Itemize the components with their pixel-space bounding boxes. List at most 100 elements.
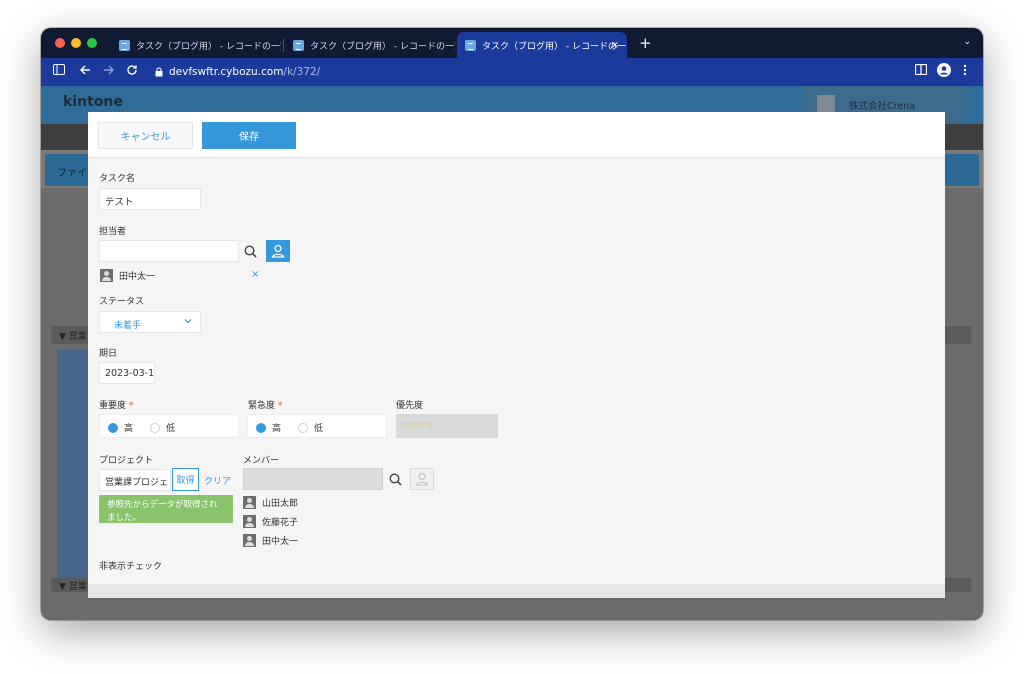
- reload-icon[interactable]: [126, 64, 138, 79]
- minimize-window-button[interactable]: [71, 38, 81, 48]
- due-date-input[interactable]: 2023-03-16: [99, 362, 155, 384]
- importance-option-low-label: 低: [166, 424, 176, 434]
- importance-option-low[interactable]: 低: [150, 421, 175, 434]
- new-tab-button[interactable]: +: [639, 34, 652, 52]
- group-header-text: ▼ 営業: [59, 332, 87, 342]
- status-select[interactable]: 未着手: [99, 311, 201, 333]
- project-lookup-input[interactable]: 営業課プロジェ: [99, 469, 171, 491]
- importance-option-high[interactable]: 高: [108, 421, 133, 434]
- more-menu-icon[interactable]: [963, 64, 967, 79]
- forward-icon[interactable]: [103, 64, 115, 79]
- radio-empty-icon: [298, 422, 308, 433]
- save-button[interactable]: 保存: [202, 122, 296, 149]
- assignee-user-name: 田中太一: [119, 272, 156, 282]
- cancel-button[interactable]: キャンセル: [98, 122, 193, 149]
- importance-label-text: 重要度: [99, 401, 127, 411]
- tab-3-label: タスク（ブログ用） - レコードの一: [482, 41, 626, 52]
- member-user-2: 佐藤花子: [243, 515, 298, 528]
- urgency-label-text: 緊急度: [248, 401, 276, 411]
- assignee-label: 担当者: [99, 227, 127, 237]
- search-icon: [388, 472, 402, 486]
- group-header-2-text: ▼ 営業: [59, 582, 87, 592]
- assignee-user: 田中太一: [100, 269, 155, 282]
- kintone-favicon-icon: [119, 39, 130, 51]
- hidden-check-label: 非表示チェック: [99, 562, 163, 572]
- browser-window: タスク（ブログ用） - レコードの一覧 タスク（ブログ用） - レコードの一覧 …: [41, 28, 983, 620]
- task-name-label: タスク名: [99, 174, 136, 184]
- user-avatar-icon: [243, 515, 256, 528]
- kanban-column: [57, 350, 89, 580]
- members-search-input[interactable]: [243, 468, 383, 490]
- kintone-favicon-icon: [465, 39, 476, 51]
- status-value: 未着手: [114, 321, 142, 331]
- dialog-bottom-edge: [88, 584, 945, 598]
- tab-bar: タスク（ブログ用） - レコードの一覧 タスク（ブログ用） - レコードの一覧 …: [41, 28, 983, 58]
- logo-text: kintone: [63, 94, 123, 110]
- tab-1-label: タスク（ブログ用） - レコードの一覧: [136, 41, 281, 52]
- urgency-option-low[interactable]: 低: [298, 421, 323, 434]
- close-window-button[interactable]: [55, 38, 65, 48]
- company-name: 株式会社Crena: [849, 101, 916, 112]
- profile-icon[interactable]: [937, 63, 951, 80]
- members-picker-button[interactable]: [410, 468, 434, 490]
- tab-1[interactable]: タスク（ブログ用） - レコードの一覧: [111, 32, 281, 58]
- sidebar-icon[interactable]: [53, 64, 65, 78]
- user-avatar: [817, 95, 835, 113]
- user-icon: [271, 244, 285, 258]
- reader-mode-icon[interactable]: [914, 63, 928, 78]
- tab-2[interactable]: タスク（ブログ用） - レコードの一覧: [285, 32, 455, 58]
- tab-3-active[interactable]: タスク（ブログ用） - レコードの一 ×: [457, 32, 627, 58]
- chevron-down-icon: [184, 317, 192, 327]
- user-avatar-icon: [243, 496, 256, 509]
- user-icon: [415, 472, 429, 486]
- tab-2-label: タスク（ブログ用） - レコードの一覧: [310, 41, 455, 52]
- close-tab-icon[interactable]: ×: [611, 40, 619, 51]
- assignee-picker-button[interactable]: [266, 240, 290, 262]
- maximize-window-button[interactable]: [87, 38, 97, 48]
- kintone-favicon-icon: [293, 39, 304, 51]
- member-user-1: 山田太郎: [243, 496, 298, 509]
- required-mark: *: [277, 401, 283, 411]
- priority-value: ☆☆☆☆: [396, 414, 498, 438]
- fetch-button[interactable]: 取得: [172, 468, 199, 491]
- user-avatar-icon: [100, 269, 113, 282]
- priority-label: 優先度: [396, 401, 424, 411]
- lookup-success-notice: 参照先からデータが取得されました。: [99, 495, 233, 523]
- banner-text: ファイ: [57, 168, 87, 179]
- member-user-2-name: 佐藤花子: [262, 518, 299, 528]
- member-user-3: 田中太一: [243, 534, 298, 547]
- due-date-label: 期日: [99, 349, 118, 359]
- importance-label: 重要度 *: [99, 398, 133, 411]
- urgency-option-low-label: 低: [314, 424, 324, 434]
- members-search-button[interactable]: [384, 468, 406, 490]
- url-path: /k/372/: [283, 66, 321, 78]
- radio-selected-icon: [108, 422, 118, 433]
- member-user-3-name: 田中太一: [262, 537, 299, 547]
- dialog-toolbar: キャンセル 保存: [88, 112, 945, 158]
- importance-radio-group: 高 低: [99, 414, 239, 438]
- search-icon: [243, 244, 257, 258]
- back-icon[interactable]: [79, 64, 91, 79]
- user-avatar-icon: [243, 534, 256, 547]
- clear-link[interactable]: クリア: [204, 474, 231, 487]
- tab-search-button[interactable]: ⌄: [963, 37, 971, 47]
- project-label: プロジェクト: [99, 456, 154, 466]
- remove-assignee-icon[interactable]: ×: [251, 269, 259, 280]
- urgency-option-high[interactable]: 高: [256, 421, 281, 434]
- kintone-logo: kintone: [63, 94, 123, 110]
- url-host: devfswftr.cybozu.com: [169, 66, 284, 78]
- radio-empty-icon: [150, 422, 160, 433]
- assignee-search-button[interactable]: [239, 240, 261, 262]
- member-user-1-name: 山田太郎: [262, 499, 299, 509]
- members-label: メンバー: [243, 456, 280, 466]
- urgency-label: 緊急度 *: [248, 398, 282, 411]
- record-edit-dialog: キャンセル 保存 タスク名 テスト 担当者 田中太一 × ステータス 未着手 期: [88, 112, 945, 598]
- lock-icon: [155, 66, 163, 80]
- status-label: ステータス: [99, 297, 145, 307]
- task-name-input[interactable]: テスト: [99, 188, 201, 210]
- urgency-radio-group: 高 低: [247, 414, 387, 438]
- url-field[interactable]: devfswftr.cybozu.com/k/372/: [169, 66, 320, 78]
- urgency-option-high-label: 高: [272, 424, 282, 434]
- importance-option-high-label: 高: [124, 424, 134, 434]
- assignee-search-input[interactable]: [99, 240, 239, 262]
